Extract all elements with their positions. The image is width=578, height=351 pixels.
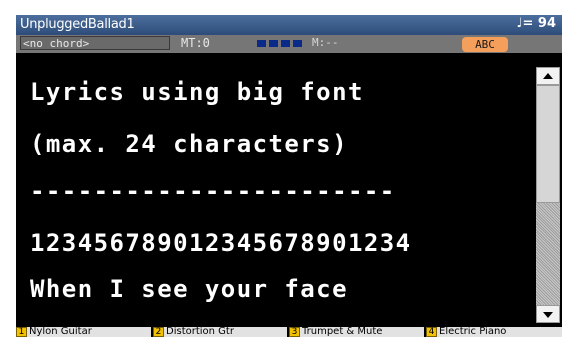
- track-bar: 1 Nylon Guitar 2 Distortion Gtr 3 Trumpet &…: [16, 327, 562, 337]
- track-number: 2: [153, 327, 164, 337]
- track-name: Trumpet & Mute: [302, 327, 383, 337]
- track-name: Distortion Gtr: [166, 327, 234, 337]
- scroll-track-lower[interactable]: [536, 203, 560, 305]
- abc-button[interactable]: ABC: [462, 37, 508, 52]
- tempo-display[interactable]: ♩= 94: [516, 16, 556, 31]
- player-display: UnpluggedBallad1 ♩= 94 <no chord> MT:0 M…: [16, 15, 562, 337]
- track-3[interactable]: 3 Trumpet & Mute: [289, 327, 424, 337]
- measure-display: M:--: [312, 36, 339, 49]
- lyrics-pane[interactable]: Lyrics using big font (max. 24 character…: [16, 55, 532, 327]
- status-bar: <no chord> MT:0 M:-- ABC: [16, 35, 562, 53]
- lyrics-line: Lyrics using big font: [30, 78, 364, 106]
- lyrics-line: 123456789012345678901234: [30, 229, 412, 257]
- scroll-up-button[interactable]: [536, 67, 560, 85]
- lyrics-line: (max. 24 characters): [30, 130, 348, 158]
- title-bar: UnpluggedBallad1 ♩= 94: [16, 15, 562, 35]
- lyrics-line: When I see your face: [30, 275, 348, 303]
- track-number: 1: [16, 327, 27, 337]
- track-number: 4: [426, 327, 437, 337]
- arrow-down-icon: [543, 312, 553, 318]
- scroll-thumb[interactable]: [536, 85, 560, 203]
- chord-display: <no chord>: [20, 36, 170, 50]
- song-title[interactable]: UnpluggedBallad1: [20, 17, 135, 32]
- beat-meter-icon: [257, 40, 305, 47]
- lyrics-scrollbar[interactable]: [532, 55, 562, 327]
- track-name: Nylon Guitar: [29, 327, 92, 337]
- arrow-up-icon: [543, 73, 553, 79]
- master-transpose-display[interactable]: MT:0: [181, 36, 210, 50]
- scroll-down-button[interactable]: [536, 305, 560, 323]
- track-4[interactable]: 4 Electric Piano: [426, 327, 562, 337]
- lyrics-line: -----------------------: [30, 177, 396, 205]
- track-1[interactable]: 1 Nylon Guitar: [16, 327, 151, 337]
- track-2[interactable]: 2 Distortion Gtr: [153, 327, 287, 337]
- track-number: 3: [289, 327, 300, 337]
- track-name: Electric Piano: [439, 327, 507, 337]
